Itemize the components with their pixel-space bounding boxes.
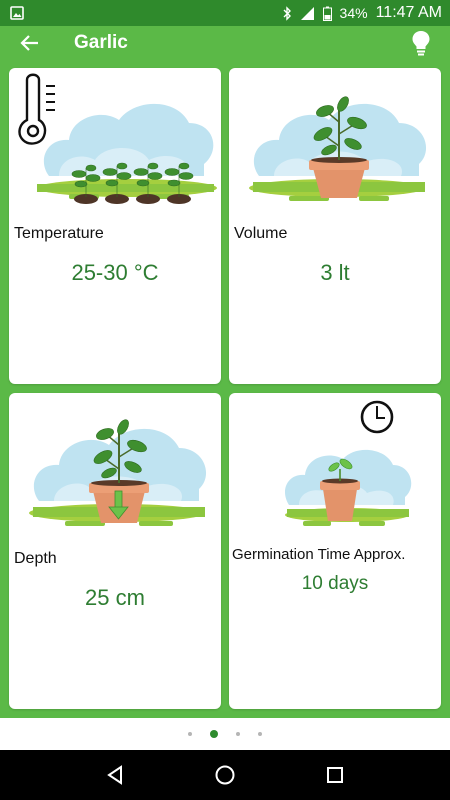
clock-time: 11:47 AM — [375, 4, 442, 21]
info-card-grid: Temperature 25-30 °C Volume 3 lt Depth 2… — [0, 60, 450, 718]
page-title: Garlic — [74, 32, 128, 53]
temperature-card[interactable]: Temperature 25-30 °C — [9, 68, 221, 384]
page-dot[interactable] — [236, 732, 240, 736]
status-bar: 34% 11:47 AM — [0, 0, 450, 26]
system-nav-bar — [0, 750, 450, 800]
card-label: Germination Time Approx. — [232, 546, 406, 563]
page-dot[interactable] — [188, 732, 192, 736]
signal-icon — [300, 6, 314, 20]
back-button[interactable] — [8, 26, 52, 60]
back-triangle-icon — [107, 765, 122, 785]
germination-illustration — [284, 400, 412, 526]
card-label: Temperature — [14, 225, 104, 242]
germination-time-card[interactable]: Germination Time Approx. 10 days — [229, 393, 441, 709]
volume-card[interactable]: Volume 3 lt — [229, 68, 441, 384]
page-indicator — [0, 718, 450, 750]
page-dot[interactable] — [258, 732, 262, 736]
volume-illustration — [249, 96, 427, 201]
thermometer-icon — [18, 73, 55, 145]
app-bar: Garlic — [0, 26, 450, 60]
nav-back-button[interactable] — [95, 755, 135, 795]
recents-square-icon — [327, 767, 343, 783]
tips-button[interactable] — [404, 26, 438, 60]
lightbulb-icon — [412, 31, 430, 56]
depth-illustration — [29, 419, 207, 526]
depth-card[interactable]: Depth 25 cm — [9, 393, 221, 709]
page-dot-active[interactable] — [210, 730, 218, 738]
card-value: 25-30 °C — [71, 260, 159, 285]
card-value: 3 lt — [320, 260, 350, 285]
temperature-illustration — [18, 73, 217, 204]
nav-home-button[interactable] — [205, 755, 245, 795]
battery-percent: 34% — [339, 5, 368, 21]
battery-icon — [322, 6, 332, 21]
back-arrow-icon — [20, 35, 38, 51]
card-label: Volume — [234, 225, 288, 242]
card-label: Depth — [14, 550, 57, 567]
bluetooth-icon — [283, 5, 291, 21]
nav-recents-button[interactable] — [315, 755, 355, 795]
home-circle-icon — [215, 765, 235, 785]
card-value: 25 cm — [85, 585, 145, 610]
image-notification-icon — [10, 6, 24, 20]
clock-icon — [360, 400, 394, 434]
card-value: 10 days — [301, 573, 369, 594]
